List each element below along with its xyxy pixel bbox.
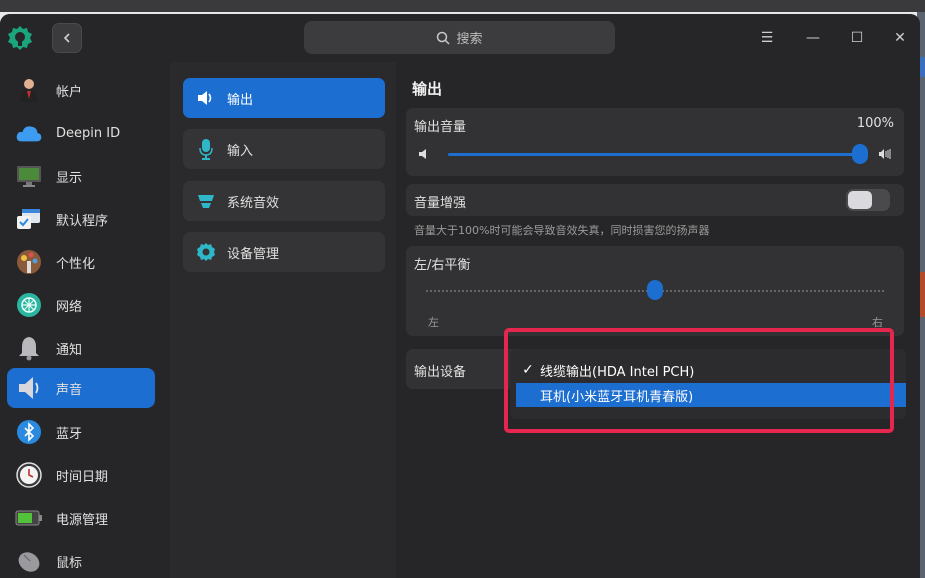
volume-boost-hint: 音量大于100%时可能会导致音效失真，同时损害您的扬声器 bbox=[414, 224, 710, 237]
sidebar-item-label: 帐户 bbox=[56, 84, 83, 100]
sidebar-item-label: 电源管理 bbox=[56, 512, 109, 528]
subnav-item-input[interactable]: 输入 bbox=[183, 129, 385, 169]
sidebar-item-account[interactable]: 帐户 bbox=[7, 70, 155, 110]
sidebar-item-label: 蓝牙 bbox=[56, 426, 83, 442]
output-device-dropdown: ✓ 线缆输出(HDA Intel PCH) 耳机(小米蓝牙耳机青春版) bbox=[510, 349, 906, 419]
mouse-icon bbox=[15, 547, 43, 575]
volume-low-icon bbox=[419, 149, 426, 159]
subnav-item-label: 输入 bbox=[227, 143, 254, 159]
sound-effects-icon bbox=[195, 190, 217, 212]
close-button[interactable]: ✕ bbox=[890, 28, 910, 48]
output-volume-card: 输出音量 100% bbox=[406, 108, 904, 176]
sidebar-item-personalization[interactable]: 个性化 bbox=[7, 242, 155, 282]
subnav-item-label: 系统音效 bbox=[227, 195, 280, 211]
speaker-output-icon bbox=[195, 87, 217, 109]
output-volume-value: 100% bbox=[856, 116, 894, 131]
subnav-item-device-manager[interactable]: 设备管理 bbox=[183, 232, 385, 272]
dropdown-highlight-edge bbox=[894, 383, 906, 407]
subnav-item-output[interactable]: 输出 bbox=[183, 78, 385, 118]
sidebar-item-datetime[interactable]: 时间日期 bbox=[7, 455, 155, 495]
output-volume-slider-handle[interactable] bbox=[852, 144, 868, 164]
sidebar-item-mouse[interactable]: 鼠标 bbox=[7, 541, 155, 578]
search-input[interactable]: 搜索 bbox=[304, 21, 615, 54]
display-icon bbox=[15, 162, 43, 190]
subnav-item-sound-effects[interactable]: 系统音效 bbox=[183, 181, 385, 221]
sidebar-item-label: 网络 bbox=[56, 299, 83, 315]
sidebar-item-network[interactable]: 网络 bbox=[7, 285, 155, 325]
control-center-window: 搜索 ☰ — ☐ ✕ 帐户 Deepin ID 显示 默认程序 个性化 网络 通… bbox=[0, 14, 920, 578]
balance-label: 左/右平衡 bbox=[414, 258, 471, 273]
option-label: 线缆输出(HDA Intel PCH) bbox=[540, 364, 695, 380]
chevron-left-icon bbox=[63, 33, 70, 43]
desktop-top-strip bbox=[0, 0, 925, 12]
gear-icon bbox=[195, 241, 217, 263]
search-placeholder: 搜索 bbox=[456, 32, 483, 47]
volume-boost-label: 音量增强 bbox=[414, 196, 467, 211]
sidebar-item-deepin-id[interactable]: Deepin ID bbox=[7, 113, 155, 153]
clock-icon bbox=[15, 461, 43, 489]
output-section-title: 输出 bbox=[412, 80, 443, 98]
speaker-icon bbox=[15, 374, 43, 402]
volume-boost-toggle[interactable] bbox=[846, 189, 890, 211]
volume-boost-card: 音量增强 bbox=[406, 184, 904, 216]
sidebar-item-label: 声音 bbox=[56, 382, 83, 398]
sidebar-item-sound[interactable]: 声音 bbox=[7, 368, 155, 408]
microphone-icon bbox=[195, 138, 217, 160]
checkmark-icon: ✓ bbox=[522, 362, 534, 378]
output-device-option[interactable]: ✓ 线缆输出(HDA Intel PCH) bbox=[516, 358, 898, 382]
sidebar-item-label: 通知 bbox=[56, 342, 83, 358]
minimize-button[interactable]: — bbox=[803, 28, 823, 48]
default-apps-icon bbox=[15, 205, 43, 233]
network-icon bbox=[15, 291, 43, 319]
balance-card: 左/右平衡 左 右 bbox=[406, 246, 904, 336]
output-device-label: 输出设备 bbox=[414, 365, 467, 380]
output-settings: 输出 输出音量 100% 音量增强 音量大于100%时可能会导致音效失真，同时损… bbox=[400, 62, 920, 578]
sidebar-item-label: 默认程序 bbox=[56, 213, 109, 229]
output-volume-label: 输出音量 bbox=[414, 120, 467, 135]
sound-subnav-panel: 输出 输入 系统音效 设备管理 bbox=[170, 62, 396, 578]
output-device-option-highlighted[interactable]: 耳机(小米蓝牙耳机青春版) bbox=[516, 383, 898, 407]
sidebar-item-default-apps[interactable]: 默认程序 bbox=[7, 199, 155, 239]
back-button[interactable] bbox=[52, 23, 82, 53]
sidebar-item-label: 显示 bbox=[56, 170, 83, 186]
sidebar-item-label: 鼠标 bbox=[56, 555, 83, 571]
sidebar-item-label: Deepin ID bbox=[56, 125, 121, 141]
sidebar: 帐户 Deepin ID 显示 默认程序 个性化 网络 通知 声音 蓝牙 时间日… bbox=[0, 62, 165, 578]
balance-slider-handle[interactable] bbox=[647, 280, 663, 300]
personalization-icon bbox=[15, 248, 43, 276]
bluetooth-icon bbox=[15, 418, 43, 446]
account-icon bbox=[15, 76, 43, 104]
subnav-item-label: 输出 bbox=[227, 92, 254, 108]
maximize-button[interactable]: ☐ bbox=[847, 28, 867, 48]
titlebar: 搜索 ☰ — ☐ ✕ bbox=[0, 14, 920, 62]
sidebar-item-label: 时间日期 bbox=[56, 469, 109, 485]
output-volume-slider[interactable] bbox=[448, 153, 860, 156]
subnav-item-label: 设备管理 bbox=[227, 246, 280, 262]
balance-left-label: 左 bbox=[428, 316, 439, 329]
sidebar-item-label: 个性化 bbox=[56, 256, 96, 272]
bell-icon bbox=[15, 334, 43, 362]
sidebar-item-notification[interactable]: 通知 bbox=[7, 328, 155, 368]
control-center-logo-icon bbox=[8, 26, 32, 50]
battery-icon bbox=[15, 504, 43, 532]
search-icon bbox=[437, 31, 451, 45]
option-label: 耳机(小米蓝牙耳机青春版) bbox=[540, 389, 694, 405]
sidebar-item-bluetooth[interactable]: 蓝牙 bbox=[7, 412, 155, 452]
cloud-icon bbox=[15, 119, 43, 147]
balance-right-label: 右 bbox=[872, 316, 883, 329]
volume-high-icon bbox=[879, 149, 891, 159]
menu-button[interactable]: ☰ bbox=[757, 28, 777, 48]
sidebar-item-display[interactable]: 显示 bbox=[7, 156, 155, 196]
sidebar-item-power[interactable]: 电源管理 bbox=[7, 498, 155, 538]
